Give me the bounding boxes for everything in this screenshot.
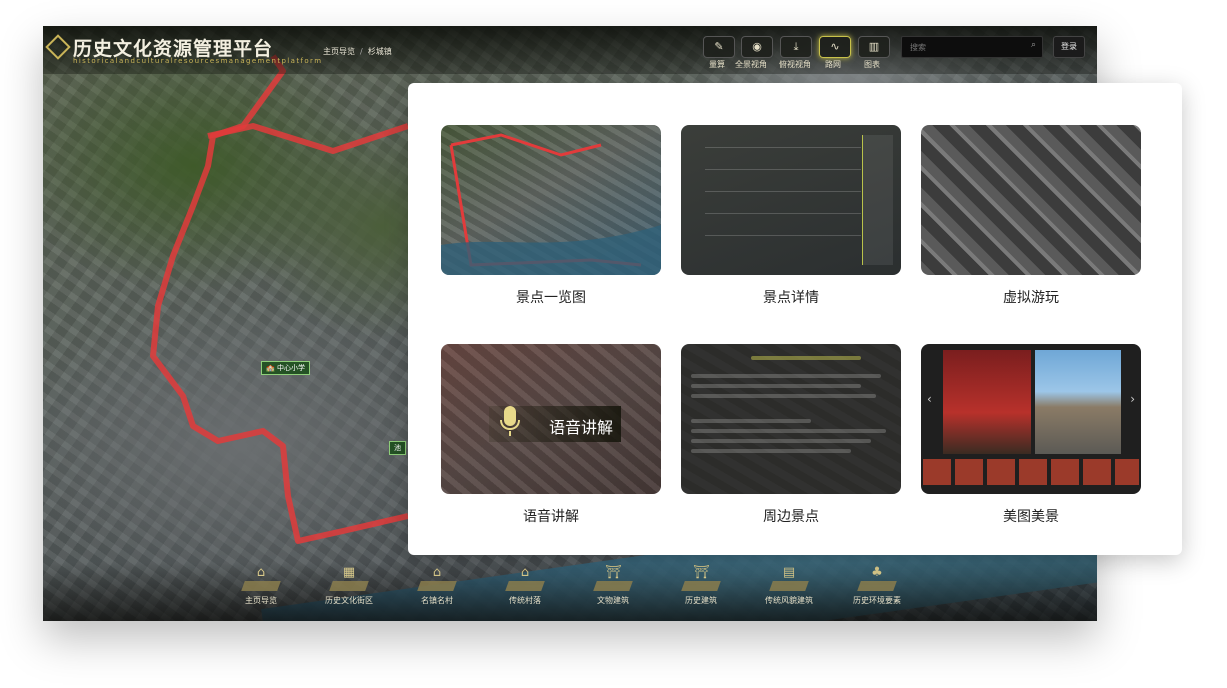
feature-audio-guide[interactable]: 语音讲解 语音讲解 — [441, 344, 661, 526]
bottom-nav: ⌂ 主页导览 ▦ 历史文化街区 ⌂ 名镇名村 ⌂ 传统村落 ⛩ 文物建筑 ⛩ 历… — [43, 563, 1097, 621]
audio-guide-thumbnail: 语音讲解 — [441, 344, 661, 494]
microphone-icon — [500, 406, 520, 436]
search-box: ⌕ — [901, 36, 1043, 58]
breadcrumb: 主页导览 / 杉城镇 — [323, 47, 392, 56]
tool-topview-button[interactable]: ⤓ — [780, 36, 812, 58]
chevron-left-icon[interactable]: ‹ — [927, 392, 932, 406]
ruler-icon: ✎ — [714, 40, 724, 53]
photo-gallery-thumbnail: ‹ › — [921, 344, 1141, 494]
scenic-overview-thumbnail — [441, 125, 661, 275]
feature-nearby-spots[interactable]: 周边景点 — [681, 344, 901, 526]
search-input[interactable] — [908, 39, 1024, 56]
compass-icon: ◉ — [752, 40, 762, 53]
app-header: 历史文化资源管理平台 historicalandculturalresource… — [43, 26, 1097, 74]
scenic-detail-thumbnail — [681, 125, 901, 275]
feature-virtual-tour[interactable]: 虚拟游玩 — [921, 125, 1141, 307]
nav-item-heritage-buildings[interactable]: ⛩ 文物建筑 — [573, 565, 653, 606]
virtual-tour-thumbnail — [921, 125, 1141, 275]
town-icon: ⌂ — [432, 565, 442, 580]
tool-label-roadnet: 路网 — [825, 60, 841, 69]
feature-scenic-detail[interactable]: 景点详情 — [681, 125, 901, 307]
breadcrumb-home[interactable]: 主页导览 — [323, 47, 355, 56]
feature-card: 景点一览图 景点详情 虚拟游玩 语音讲解 语音讲解 周边景点 ‹ › 美图美景 — [408, 83, 1182, 555]
login-button[interactable]: 登录 — [1053, 36, 1085, 58]
village-icon: ⌂ — [520, 565, 530, 580]
download-view-icon: ⤓ — [793, 40, 799, 53]
nearby-spots-thumbnail — [681, 344, 901, 494]
nav-item-historic-buildings[interactable]: ⛩ 历史建筑 — [661, 565, 741, 606]
school-icon: 🏫 — [266, 364, 275, 372]
environment-element-icon: ♣ — [871, 565, 883, 580]
historic-building-icon: ⛩ — [693, 565, 710, 580]
search-icon[interactable]: ⌕ — [1031, 40, 1036, 50]
route-path — [150, 54, 409, 544]
tool-chart-button[interactable]: ▥ — [858, 36, 890, 58]
tool-roadnet-button[interactable]: ∿ — [819, 36, 851, 58]
breadcrumb-current[interactable]: 杉城镇 — [368, 47, 392, 56]
nav-item-historic-district[interactable]: ▦ 历史文化街区 — [309, 565, 389, 606]
nav-item-home-tour[interactable]: ⌂ 主页导览 — [221, 565, 301, 606]
district-icon: ▦ — [342, 565, 356, 580]
tool-label-topview: 俯视视角 — [779, 60, 811, 69]
audio-guide-badge: 语音讲解 — [549, 418, 614, 437]
nav-item-traditional-style-buildings[interactable]: ▤ 传统风貌建筑 — [749, 565, 829, 606]
app-subtitle: historicalandculturalresourcesmanagement… — [73, 57, 323, 65]
tool-label-measure: 量算 — [709, 60, 725, 69]
nav-item-famous-towns[interactable]: ⌂ 名镇名村 — [397, 565, 477, 606]
traditional-building-icon: ▤ — [782, 565, 796, 580]
tool-measure-button[interactable]: ✎ — [703, 36, 735, 58]
route-thumbnail-overlay — [441, 133, 661, 275]
map-marker[interactable]: 🏫 中心小学 — [261, 361, 310, 375]
route-path-upper — [207, 123, 409, 154]
route-icon: ∿ — [830, 40, 840, 53]
home-pin-icon: ⌂ — [256, 565, 266, 580]
nav-item-traditional-villages[interactable]: ⌂ 传统村落 — [485, 565, 565, 606]
heritage-building-icon: ⛩ — [605, 565, 622, 580]
logo-icon — [45, 34, 71, 60]
tool-label-chart: 图表 — [864, 60, 880, 69]
nav-item-environment-elements[interactable]: ♣ 历史环境要素 — [837, 565, 917, 606]
chevron-right-icon[interactable]: › — [1130, 392, 1135, 406]
tool-panorama-button[interactable]: ◉ — [741, 36, 773, 58]
tool-label-panorama: 全景视角 — [735, 60, 767, 69]
feature-photo-gallery[interactable]: ‹ › 美图美景 — [921, 344, 1141, 526]
bar-chart-icon: ▥ — [868, 40, 880, 53]
map-marker[interactable]: 池 — [389, 441, 406, 455]
feature-scenic-overview[interactable]: 景点一览图 — [441, 125, 661, 307]
